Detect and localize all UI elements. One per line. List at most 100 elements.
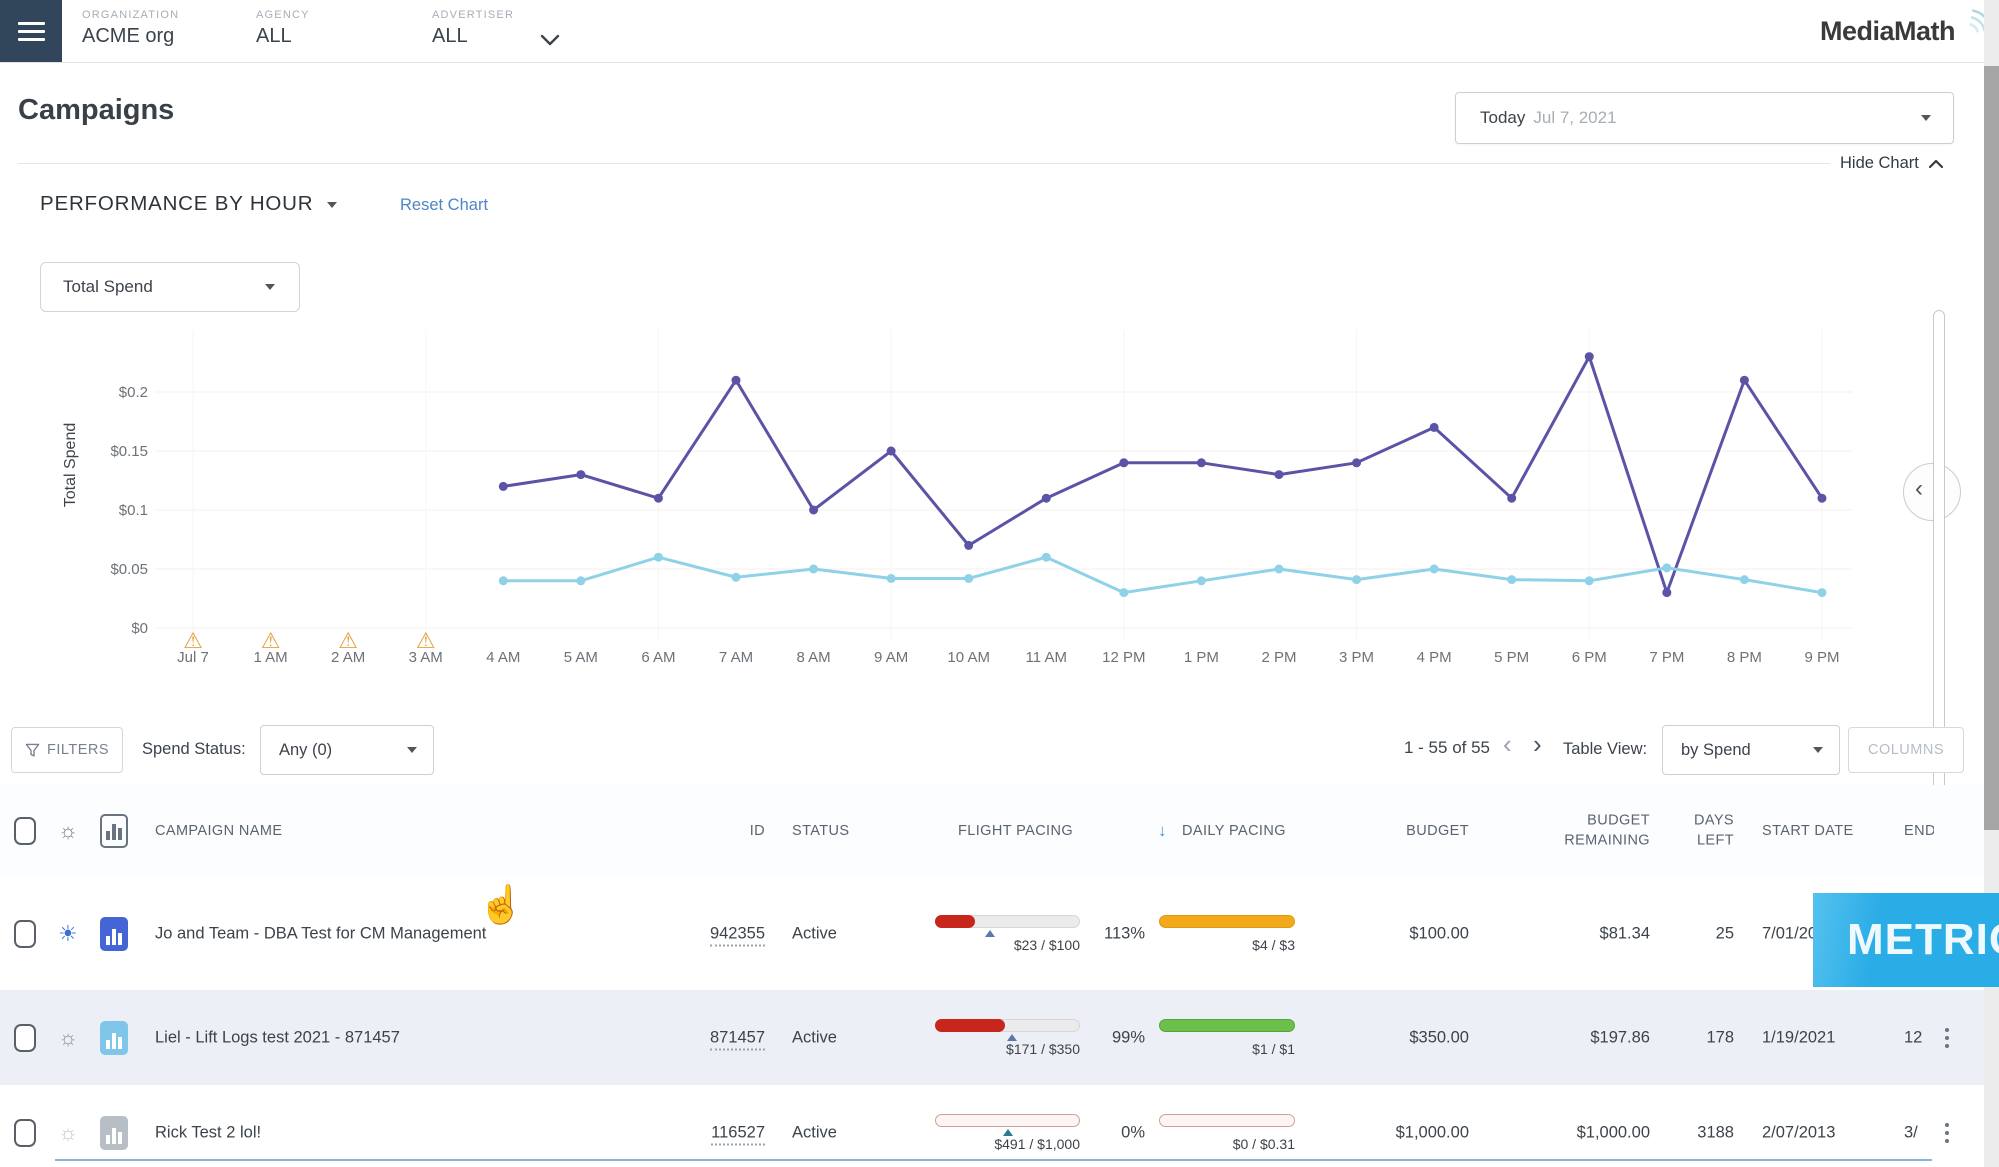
days-left-value: 178 — [1706, 1028, 1734, 1046]
campaign-name-link[interactable]: Jo and Team - DBA Test for CM Management — [155, 924, 486, 943]
row-menu-icon[interactable] — [1941, 1024, 1953, 1052]
column-header-daily-pacing[interactable]: DAILY PACING — [1182, 823, 1286, 839]
flight-pacing-cell: $171 / $350 — [935, 1018, 1080, 1057]
sun-icon[interactable]: ☀ — [58, 922, 78, 945]
pagination-next-icon[interactable]: › — [1533, 729, 1542, 760]
sort-descending-icon[interactable]: ↓ — [1158, 821, 1167, 841]
advertiser-value[interactable]: ALL — [432, 25, 514, 48]
x-axis-tick: 10 AM — [947, 649, 990, 666]
warning-icon: ⚠ — [416, 628, 436, 653]
organization-value[interactable]: ACME org — [82, 25, 179, 48]
reset-chart-link[interactable]: Reset Chart — [400, 196, 488, 215]
agency-label: AGENCY — [256, 9, 310, 21]
table-row[interactable]: ☼ Liel - Lift Logs test 2021 - 871457 87… — [0, 990, 1984, 1086]
chevron-down-icon[interactable] — [540, 34, 560, 46]
column-header-budget-remaining[interactable]: BUDGET REMAINING — [1540, 811, 1650, 850]
bar-chart-icon[interactable] — [100, 916, 128, 951]
bottom-accent-line — [55, 1159, 1932, 1161]
column-header-status[interactable]: STATUS — [792, 823, 849, 839]
chart-point — [498, 481, 508, 491]
select-all-checkbox[interactable] — [14, 817, 36, 845]
chart-metric-dropdown[interactable]: Total Spend — [40, 262, 300, 312]
column-header-id[interactable]: ID — [720, 823, 765, 839]
column-header-campaign-name[interactable]: CAMPAIGN NAME — [155, 823, 282, 839]
chart-point — [576, 576, 586, 586]
column-header-days-left[interactable]: DAYS LEFT — [1684, 811, 1734, 850]
campaign-id-value[interactable]: 871457 — [709, 1028, 765, 1050]
caret-down-icon — [327, 202, 338, 208]
date-range-picker[interactable]: Today Jul 7, 2021 — [1455, 92, 1954, 144]
chart-point — [886, 446, 896, 456]
chart-line-total-spend-dark — [501, 355, 1824, 595]
pagination-range: 1 - 55 of 55 — [1404, 738, 1491, 757]
warning-icon: ⚠ — [183, 628, 203, 653]
column-header-start-date[interactable]: START DATE — [1762, 823, 1854, 839]
campaign-name-link[interactable]: Rick Test 2 lol! — [155, 1123, 261, 1142]
agency-value[interactable]: ALL — [256, 25, 310, 48]
daily-pacing-label: $1 / $1 — [1252, 1040, 1295, 1057]
budget-value: $100.00 — [1409, 924, 1469, 942]
y-axis-tick: $0.05 — [110, 561, 148, 578]
organization-selector[interactable]: ORGANIZATION ACME org — [82, 9, 179, 48]
columns-button[interactable]: COLUMNS — [1848, 727, 1964, 773]
campaign-id-value[interactable]: 942355 — [709, 924, 765, 946]
end-date-value: 12 — [1904, 1028, 1923, 1046]
campaign-name-link[interactable]: Liel - Lift Logs test 2021 - 871457 — [155, 1028, 400, 1047]
chart-point — [1584, 576, 1594, 586]
chart-dimension-dropdown[interactable]: PERFORMANCE BY HOUR — [40, 192, 338, 216]
page-scrollbar-thumb[interactable] — [1984, 66, 1999, 830]
status-value: Active — [792, 1123, 837, 1141]
advertiser-selector[interactable]: ADVERTISER ALL — [432, 9, 514, 48]
hide-chart-toggle[interactable]: Hide Chart — [1840, 154, 1944, 173]
x-axis-tick: 5 PM — [1494, 649, 1529, 666]
column-header-budget[interactable]: BUDGET — [1369, 823, 1469, 839]
spend-status-value: Any (0) — [279, 740, 333, 759]
x-axis-tick: 11 AM — [1026, 649, 1067, 666]
chart-point — [1584, 352, 1594, 362]
row-checkbox[interactable] — [14, 1118, 36, 1147]
status-value: Active — [792, 1028, 837, 1046]
x-axis-tick: 2 AM — [331, 649, 365, 666]
table-view-dropdown[interactable]: by Spend — [1662, 725, 1840, 775]
row-checkbox[interactable] — [14, 919, 36, 948]
chart-y-axis-title: Total Spend — [62, 422, 79, 508]
sun-icon[interactable]: ☼ — [58, 1121, 78, 1144]
daily-pacing-label: $0 / $0.31 — [1232, 1135, 1295, 1152]
chart-point — [886, 573, 896, 583]
chart-panel-collapse-handle[interactable]: ‹ — [1903, 463, 1961, 521]
chart-point — [1662, 588, 1672, 598]
row-menu-icon[interactable] — [1941, 1119, 1953, 1147]
chart-point — [1352, 575, 1362, 585]
daily-pacing-percent: 113% — [1104, 924, 1145, 942]
column-header-end-date[interactable]: END DATE — [1904, 823, 1934, 839]
chart-point — [731, 572, 741, 582]
campaigns-page: ORGANIZATION ACME org AGENCY ALL ADVERTI… — [0, 0, 1999, 1167]
spend-status-dropdown[interactable]: Any (0) — [260, 725, 434, 775]
metrics-overlay-badge: METRIC — [1813, 893, 1999, 987]
chart-point — [498, 576, 508, 586]
agency-selector[interactable]: AGENCY ALL — [256, 9, 310, 48]
sun-icon: ☼ — [58, 818, 79, 843]
x-axis-tick: 8 PM — [1727, 649, 1762, 666]
page-title: Campaigns — [18, 94, 175, 126]
sun-icon[interactable]: ☼ — [58, 1026, 78, 1049]
bar-chart-icon[interactable] — [100, 1115, 128, 1150]
flight-pacing-label: $171 / $350 — [1006, 1040, 1080, 1057]
row-checkbox[interactable] — [14, 1023, 36, 1052]
x-axis-tick: 7 AM — [719, 649, 753, 666]
chart-point — [1041, 493, 1051, 503]
chart-point — [1274, 564, 1284, 574]
mediamath-logo-text: MediaMath — [1820, 16, 1956, 46]
column-header-flight-pacing[interactable]: FLIGHT PACING — [958, 823, 1073, 839]
table-row[interactable]: ☼ Rick Test 2 lol! 116527 Active $491 / … — [0, 1085, 1984, 1167]
hamburger-menu-icon[interactable] — [0, 0, 62, 62]
filter-funnel-icon — [25, 743, 40, 757]
end-date-value: 3/ — [1904, 1123, 1918, 1141]
table-row[interactable]: ☀ Jo and Team - DBA Test for CM Manageme… — [0, 877, 1984, 991]
campaign-id-value[interactable]: 116527 — [711, 1123, 765, 1145]
date-picker-value: Jul 7, 2021 — [1533, 108, 1617, 127]
filters-button[interactable]: FILTERS — [11, 727, 123, 773]
bar-chart-icon[interactable] — [100, 1020, 128, 1055]
pagination-prev-icon[interactable]: ‹ — [1503, 729, 1512, 760]
mediamath-logo: MediaMath — [1820, 9, 1993, 47]
